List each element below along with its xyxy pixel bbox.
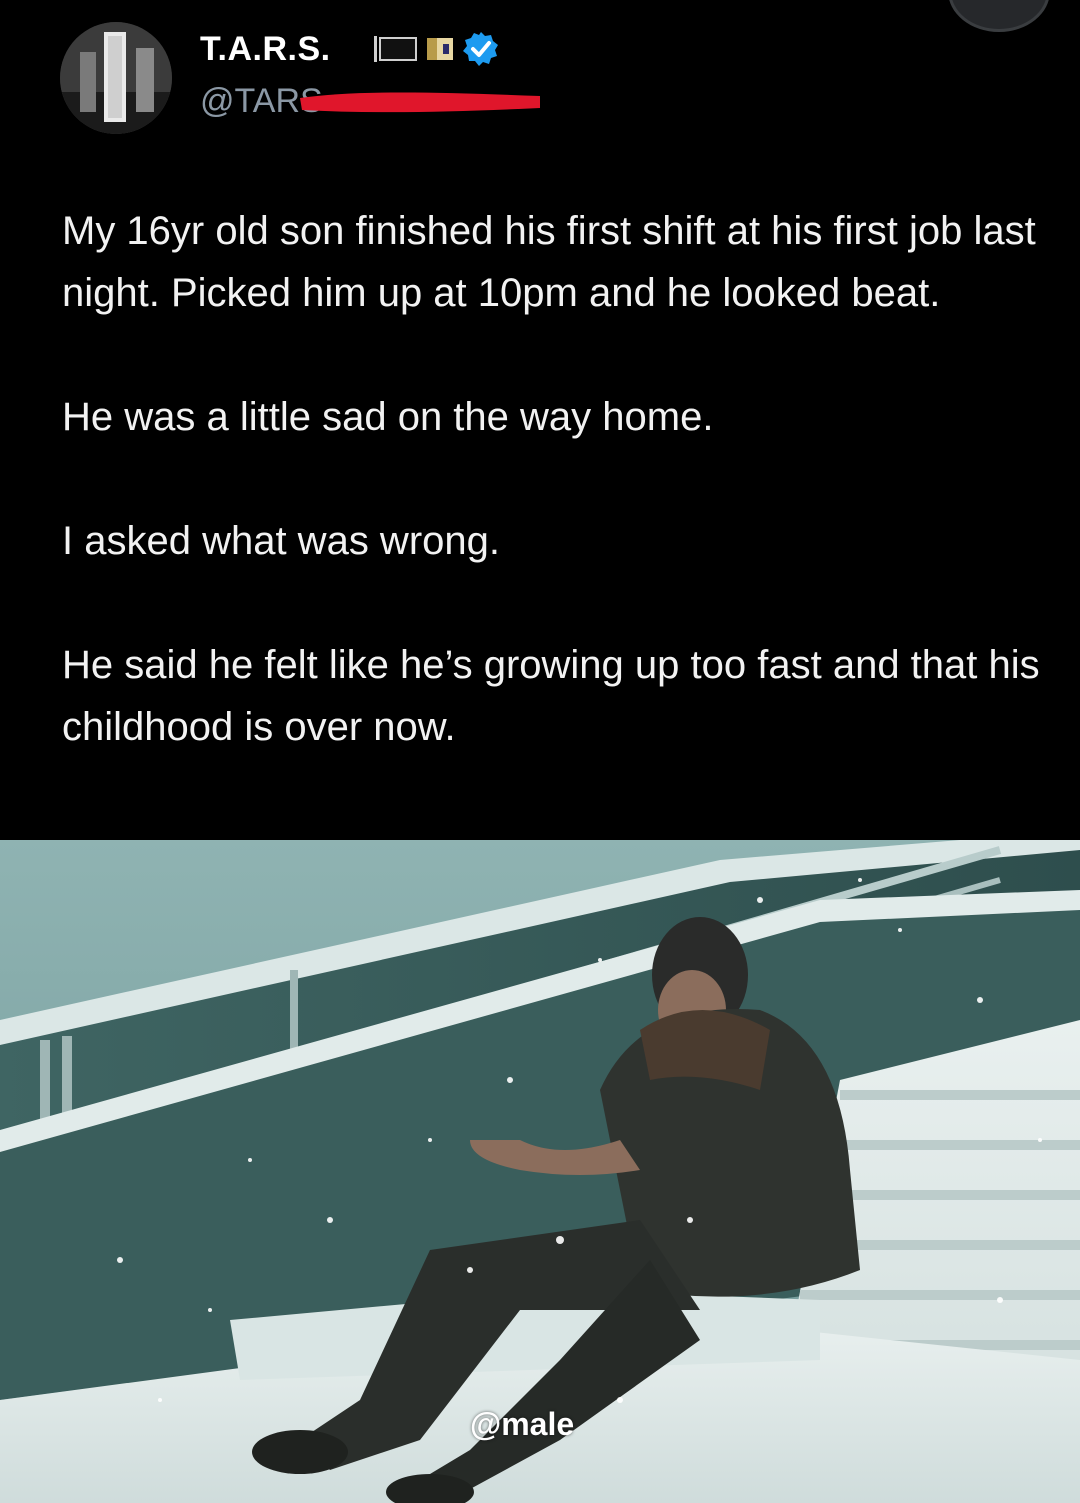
post-paragraph: He was a little sad on the way home.	[62, 395, 714, 439]
post-image[interactable]: @male	[0, 840, 1080, 1503]
avatar[interactable]	[60, 22, 172, 134]
post-paragraph: He said he felt like he’s growing up too…	[62, 643, 1040, 749]
verified-badge-icon	[463, 32, 498, 66]
post-text: My 16yr old son finished his first shift…	[62, 200, 1052, 758]
flag-icon	[427, 38, 453, 60]
more-options-button[interactable]	[948, 0, 1050, 32]
black-flag-icon	[374, 36, 417, 62]
post-paragraph: My 16yr old son finished his first shift…	[62, 209, 1036, 315]
post-header: T.A.R.S. @TARS	[0, 0, 1080, 170]
display-name[interactable]: T.A.R.S.	[200, 30, 331, 69]
redaction-scribble	[300, 92, 540, 113]
post-paragraph: I asked what was wrong.	[62, 519, 500, 563]
watermark: @male	[470, 1406, 575, 1442]
